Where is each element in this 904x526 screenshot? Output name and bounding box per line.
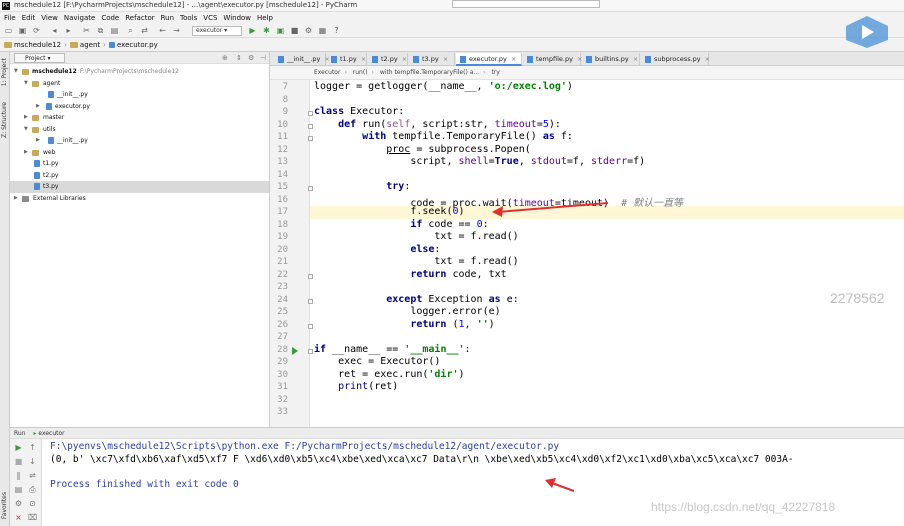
annotation-arrows (492, 202, 609, 492)
annotation-arrowhead-seek (492, 206, 503, 217)
annotation-arrow-seek (497, 202, 609, 213)
annotation-arrow-output (551, 482, 575, 492)
